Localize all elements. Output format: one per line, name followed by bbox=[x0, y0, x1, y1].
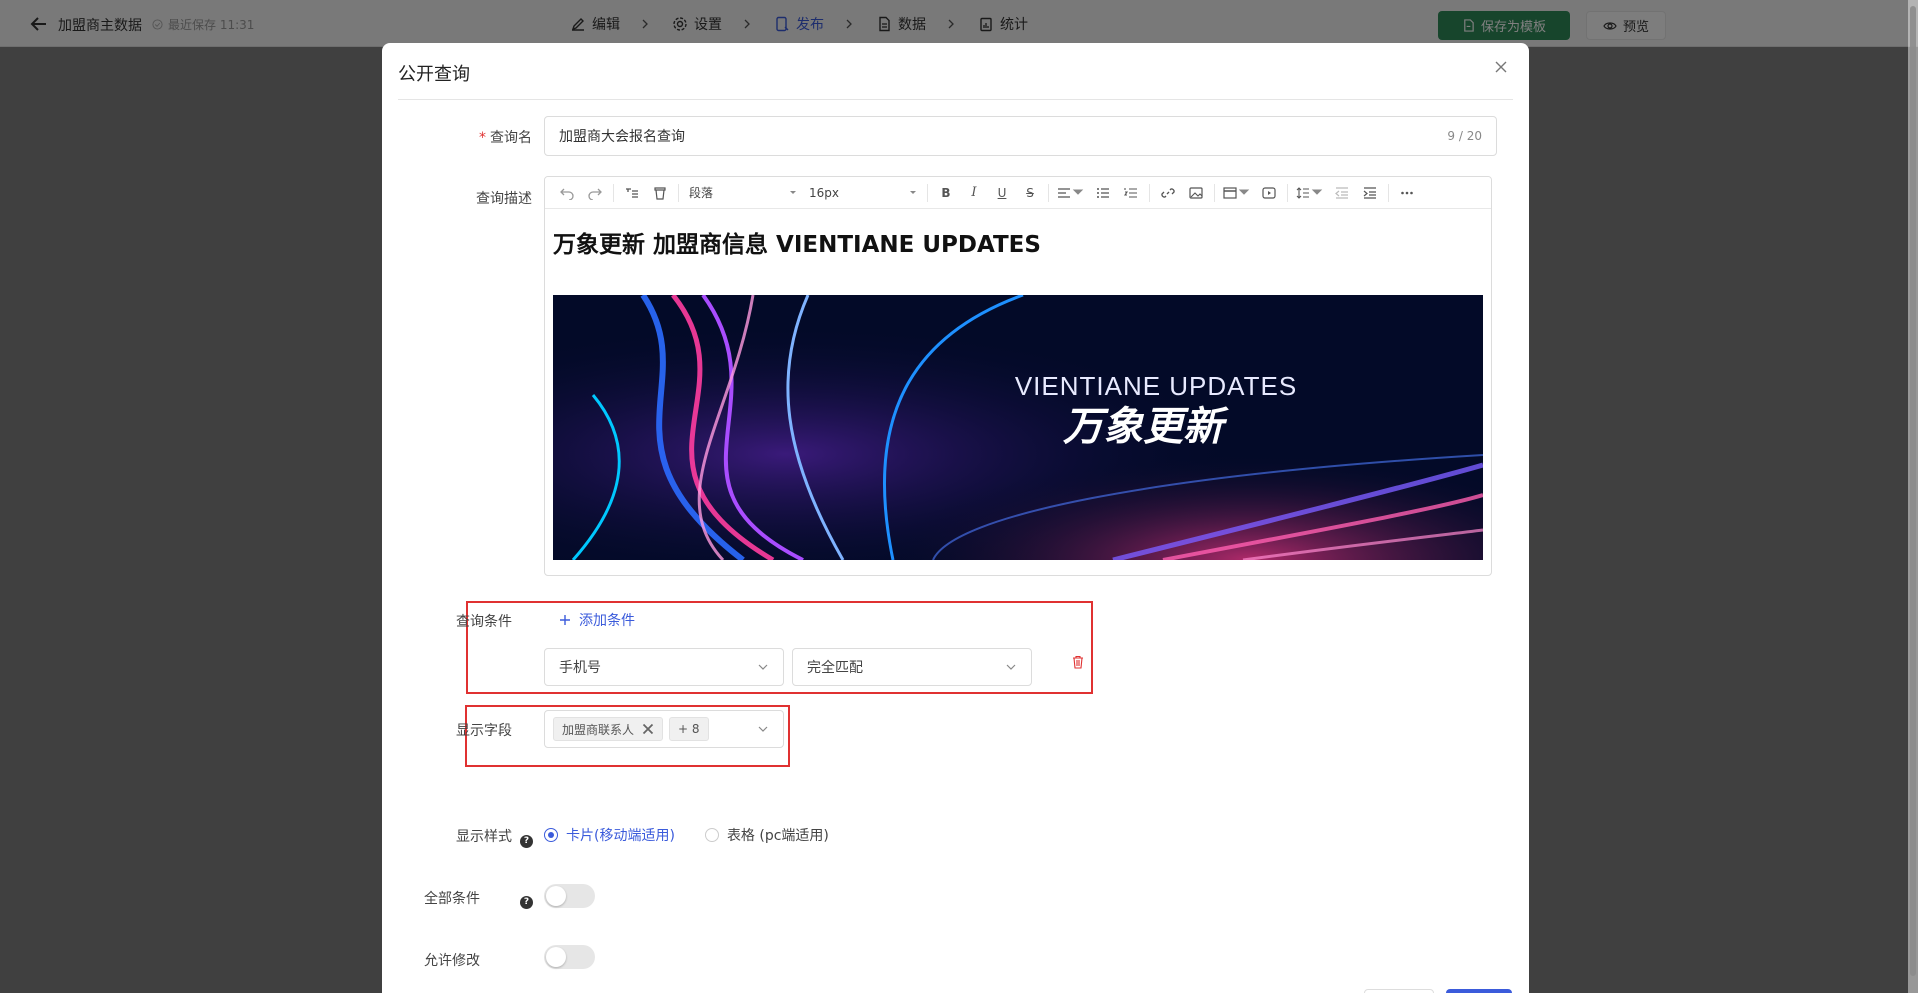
query-name-input[interactable]: 加盟商大会报名查询 9 / 20 bbox=[544, 116, 1497, 156]
display-style-radio-group: 卡片(移动端适用) 表格 (pc端适用) bbox=[544, 825, 829, 845]
dialog-title: 公开查询 bbox=[398, 64, 470, 85]
toolbar-divider bbox=[927, 183, 928, 202]
paragraph-value: 段落 bbox=[689, 186, 714, 200]
image-icon[interactable] bbox=[1182, 181, 1210, 205]
query-name-label-text: 查询名 bbox=[490, 130, 532, 146]
banner-title-cn: 万象更新 bbox=[1063, 404, 1229, 450]
radio-card-label: 卡片(移动端适用) bbox=[566, 828, 675, 844]
undo-icon[interactable] bbox=[553, 181, 581, 205]
field-tag-label: 加盟商联系人 bbox=[562, 722, 635, 737]
display-fields-select[interactable]: 加盟商联系人 + 8 bbox=[544, 710, 784, 748]
video-icon[interactable] bbox=[1255, 181, 1283, 205]
condition-field-value: 手机号 bbox=[559, 660, 601, 676]
banner-title-en: VIENTIANE UPDATES bbox=[1015, 371, 1297, 401]
allow-edit-toggle[interactable] bbox=[544, 945, 595, 969]
radio-dot bbox=[544, 828, 558, 842]
bullet-list-icon[interactable] bbox=[1089, 181, 1117, 205]
display-style-label: 显示样式 bbox=[456, 829, 512, 845]
page-scrollbar[interactable] bbox=[1908, 0, 1918, 993]
condition-field-select[interactable]: 手机号 bbox=[544, 648, 784, 686]
italic-icon[interactable]: I bbox=[960, 181, 988, 205]
help-icon[interactable]: ? bbox=[520, 835, 533, 848]
radio-dot bbox=[704, 828, 719, 842]
toolbar-divider bbox=[1048, 183, 1049, 202]
confirm-button[interactable] bbox=[1446, 989, 1512, 993]
numbered-list-icon[interactable] bbox=[1117, 181, 1145, 205]
allow-edit-label: 允许修改 bbox=[424, 953, 480, 969]
all-conditions-label: 全部条件 bbox=[424, 891, 480, 907]
add-condition-label: 添加条件 bbox=[579, 613, 635, 629]
description-label: 查询描述 bbox=[476, 191, 532, 207]
link-icon[interactable] bbox=[1154, 181, 1182, 205]
editor-content[interactable]: 万象更新 加盟商信息 VIENTIANE UPDATES VIENTIANE U… bbox=[545, 209, 1491, 560]
toolbar-divider bbox=[1214, 183, 1215, 202]
toolbar-divider bbox=[1287, 183, 1288, 202]
radio-card-style[interactable]: 卡片(移动端适用) bbox=[544, 825, 675, 845]
divider bbox=[398, 99, 1513, 100]
scrollbar-thumb[interactable] bbox=[1910, 6, 1916, 976]
banner-image: VIENTIANE UPDATES 万象更新 bbox=[553, 295, 1483, 560]
more-tags-count: + 8 bbox=[669, 717, 709, 741]
paragraph-select[interactable]: 段落 bbox=[683, 181, 803, 205]
toolbar-divider bbox=[613, 183, 614, 202]
clear-format-icon[interactable] bbox=[646, 181, 674, 205]
chevron-down-icon bbox=[1006, 664, 1016, 670]
line-height-icon[interactable] bbox=[1292, 181, 1328, 205]
table-icon[interactable] bbox=[1219, 181, 1255, 205]
required-mark: * bbox=[479, 130, 486, 146]
help-icon[interactable]: ? bbox=[520, 896, 533, 909]
toolbar-divider bbox=[1149, 183, 1150, 202]
outdent-icon[interactable] bbox=[1328, 181, 1356, 205]
caret-down-icon bbox=[790, 190, 796, 194]
editor-toolbar: 段落 16px B I U S bbox=[545, 177, 1491, 209]
redo-icon[interactable] bbox=[581, 181, 609, 205]
underline-icon[interactable]: U bbox=[988, 181, 1016, 205]
plus-icon bbox=[560, 615, 570, 625]
query-name-label: * 查询名 bbox=[432, 127, 532, 147]
more-icon[interactable] bbox=[1393, 181, 1421, 205]
content-heading: 万象更新 加盟商信息 VIENTIANE UPDATES bbox=[553, 232, 1041, 258]
condition-match-select[interactable]: 完全匹配 bbox=[792, 648, 1032, 686]
toolbar-divider bbox=[1388, 183, 1389, 202]
caret-down-icon bbox=[1311, 189, 1323, 195]
font-size-select[interactable]: 16px bbox=[803, 181, 923, 205]
field-tag: 加盟商联系人 bbox=[553, 717, 664, 741]
public-query-dialog: 公开查询 * 查询名 加盟商大会报名查询 9 / 20 查询描述 段落 16px … bbox=[382, 43, 1529, 993]
font-size-value: 16px bbox=[809, 185, 839, 200]
display-fields-label: 显示字段 bbox=[456, 723, 512, 739]
delete-condition-icon[interactable] bbox=[1071, 655, 1085, 669]
format-painter-icon[interactable] bbox=[618, 181, 646, 205]
conditions-label: 查询条件 bbox=[456, 614, 512, 630]
strikethrough-icon[interactable]: S bbox=[1016, 181, 1044, 205]
banner-graphic: VIENTIANE UPDATES 万象更新 bbox=[553, 295, 1483, 560]
caret-down-icon bbox=[910, 190, 916, 194]
query-name-value: 加盟商大会报名查询 bbox=[559, 129, 685, 145]
all-conditions-toggle[interactable] bbox=[544, 884, 595, 908]
selected-tags: 加盟商联系人 + 8 bbox=[553, 717, 715, 741]
align-icon[interactable] bbox=[1053, 181, 1089, 205]
radio-table-style[interactable]: 表格 (pc端适用) bbox=[704, 825, 829, 845]
close-icon[interactable] bbox=[1493, 59, 1509, 75]
condition-match-value: 完全匹配 bbox=[807, 660, 863, 676]
caret-down-icon bbox=[1072, 189, 1084, 195]
chevron-down-icon bbox=[758, 664, 768, 670]
rich-text-editor[interactable]: 段落 16px B I U S 万象更新 加盟商信息 VIENTIANE UPD… bbox=[544, 176, 1492, 576]
remove-tag-icon[interactable] bbox=[642, 723, 654, 735]
radio-table-label: 表格 (pc端适用) bbox=[726, 828, 829, 844]
char-counter: 9 / 20 bbox=[1447, 129, 1482, 143]
add-condition-button[interactable]: 添加条件 bbox=[559, 610, 635, 630]
indent-icon[interactable] bbox=[1356, 181, 1384, 205]
caret-down-icon bbox=[1238, 189, 1250, 195]
chevron-down-icon bbox=[758, 726, 768, 732]
bold-icon[interactable]: B bbox=[932, 181, 960, 205]
toolbar-divider bbox=[678, 183, 679, 202]
cancel-button[interactable] bbox=[1364, 989, 1434, 993]
